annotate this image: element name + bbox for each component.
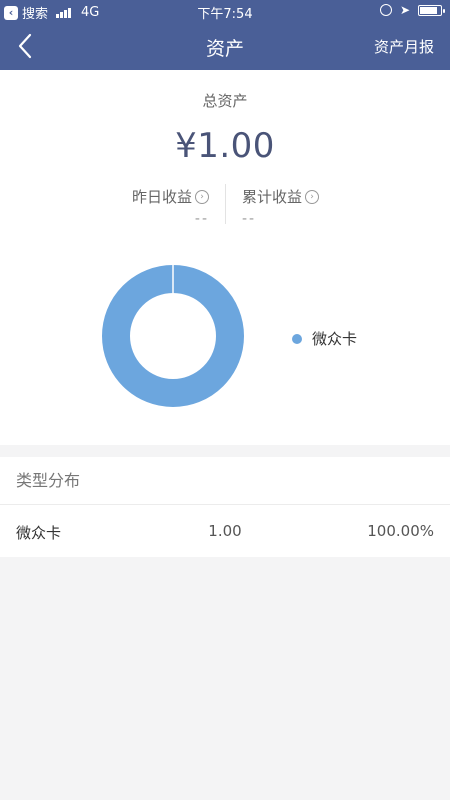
type-distribution: 类型分布 微众卡 1.00 100.00% — [0, 457, 450, 557]
asset-summary-card: 总资产 ¥1.00 昨日收益 › -- 累计收益 › -- 微众卡 — [0, 70, 450, 445]
legend-dot — [292, 333, 302, 344]
chevron-right-icon: › — [195, 189, 209, 204]
cumulative-earnings-value: -- — [242, 211, 257, 227]
yesterday-earnings-value: -- — [194, 211, 209, 227]
cumulative-earnings-label: 累计收益 — [242, 188, 303, 206]
asset-type-percent: 100.00% — [367, 522, 434, 540]
location-icon: ➤ — [399, 3, 410, 17]
battery-icon — [418, 4, 445, 16]
cumulative-earnings[interactable]: 累计收益 › -- — [226, 186, 376, 227]
total-assets-amount: ¥1.00 — [175, 126, 275, 166]
distribution-row[interactable]: 微众卡 1.00 100.00% — [0, 505, 450, 557]
yesterday-earnings[interactable]: 昨日收益 › -- — [75, 186, 225, 227]
yesterday-earnings-label: 昨日收益 — [131, 188, 192, 206]
asset-donut-chart — [102, 265, 244, 407]
monthly-report-link[interactable]: 资产月报 — [374, 36, 434, 57]
nav-bar: 资产 资产月报 — [0, 22, 450, 70]
distribution-header: 类型分布 — [0, 457, 450, 505]
status-bar: ‹ 搜索 4G 下午7:54 ➤ — [0, 0, 450, 22]
donut-slice-0 — [102, 265, 244, 407]
orientation-lock-icon — [379, 4, 392, 16]
status-right: ➤ — [379, 3, 445, 17]
total-assets-label: 总资产 — [202, 92, 248, 110]
chevron-right-icon: › — [305, 189, 320, 204]
chart-legend: 微众卡 — [292, 328, 357, 349]
header-bar: ‹ 搜索 4G 下午7:54 ➤ 资产 资产月报 — [0, 0, 450, 70]
legend-label: 微众卡 — [312, 330, 358, 348]
